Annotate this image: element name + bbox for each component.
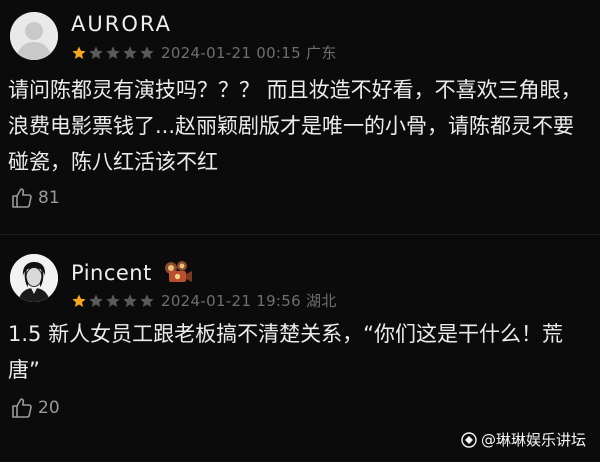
like-count: 20 [38, 398, 60, 418]
star-empty-icon [123, 45, 137, 59]
comment-text: 请问陈都灵有演技吗？？？ 而且妆造不好看，不喜欢三角眼，浪费电影票钱了...赵丽… [8, 78, 582, 174]
username[interactable]: Pincent [71, 261, 152, 285]
platform-logo-icon [461, 431, 477, 448]
like-button[interactable]: 81 [10, 186, 60, 210]
comment-meta: 2024-01-21 00:15 广东 [71, 42, 337, 63]
star-empty-icon [140, 45, 154, 59]
comment-text: 1.5 新人女员工跟老板搞不清楚关系，“你们这是干什么！荒唐” [8, 322, 563, 382]
comment-date: 2024-01-21 00:15 广东 [161, 44, 337, 62]
like-count: 81 [38, 188, 60, 208]
comment-item: AURORA 2024-01-21 00:15 广东 请问陈都灵有演技吗？？？ … [0, 0, 600, 232]
comment-meta: 2024-01-21 19:56 湖北 [71, 290, 337, 311]
default-avatar-icon [10, 12, 58, 60]
camera-badge-icon [165, 261, 192, 282]
portrait-avatar-icon [10, 254, 58, 302]
watermark: @琳琳娱乐讲坛 [461, 429, 586, 450]
star-rating [71, 293, 155, 309]
star-rating [71, 45, 155, 61]
username[interactable]: AURORA [71, 12, 172, 36]
comment-date: 2024-01-21 19:56 湖北 [161, 292, 337, 310]
like-button[interactable]: 20 [10, 396, 60, 420]
watermark-text: @琳琳娱乐讲坛 [480, 431, 586, 449]
thumbs-up-icon [12, 188, 32, 208]
star-empty-icon [89, 293, 103, 307]
star-empty-icon [123, 293, 137, 307]
star-empty-icon [140, 293, 154, 307]
star-empty-icon [106, 293, 120, 307]
user-avatar[interactable] [10, 254, 58, 302]
star-empty-icon [89, 45, 103, 59]
thumbs-up-icon [12, 398, 32, 418]
comment-divider [0, 234, 600, 235]
star-filled-icon [72, 45, 86, 59]
star-empty-icon [106, 45, 120, 59]
user-avatar[interactable] [10, 12, 58, 60]
star-filled-icon [72, 293, 86, 307]
